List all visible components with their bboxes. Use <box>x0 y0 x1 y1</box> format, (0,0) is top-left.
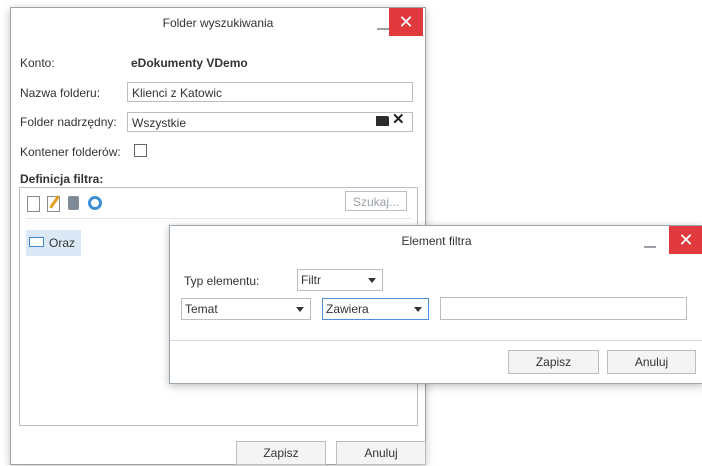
delete-icon[interactable] <box>68 196 79 210</box>
new-icon[interactable] <box>27 196 40 212</box>
operator-select-value: Zawiera <box>326 302 369 316</box>
konto-value: eDokumenty VDemo <box>131 56 248 70</box>
edit-icon[interactable] <box>47 195 60 212</box>
kontener-checkbox[interactable] <box>134 144 147 157</box>
nadrzedny-label: Folder nadrzędny: <box>20 115 117 129</box>
folder-open-icon[interactable] <box>376 116 389 126</box>
refresh-icon[interactable] <box>88 196 102 210</box>
value-input[interactable] <box>440 297 687 320</box>
nadrzedny-field[interactable]: Wszystkie <box>127 112 413 132</box>
nazwa-label: Nazwa folderu: <box>20 86 101 100</box>
tree-item-oraz[interactable]: Oraz <box>26 230 81 256</box>
filter-save-button[interactable]: Zapisz <box>508 350 599 374</box>
field-select[interactable]: Temat <box>181 298 311 320</box>
filter-dialog-title: Element filtra <box>401 234 472 248</box>
chevron-down-icon <box>296 307 304 312</box>
operator-select[interactable]: Zawiera <box>322 298 429 320</box>
clear-icon[interactable]: ✕ <box>392 110 405 128</box>
typ-select[interactable]: Filtr <box>297 269 383 291</box>
close-button[interactable]: ✕ <box>389 8 423 36</box>
save-button[interactable]: Zapisz <box>236 441 326 465</box>
toolbar-divider <box>26 218 411 219</box>
folder-dialog-title: Folder wyszukiwania <box>162 16 274 30</box>
filter-dialog: Element filtra ✕ Typ elementu: Filtr Tem… <box>169 225 702 384</box>
typ-select-value: Filtr <box>301 273 321 287</box>
filter-dialog-divider <box>170 340 702 341</box>
folder-icon <box>29 237 44 247</box>
typ-label: Typ elementu: <box>184 274 260 288</box>
konto-label: Konto: <box>20 56 55 70</box>
nazwa-field[interactable]: Klienci z Katowic <box>127 82 413 102</box>
kontener-label: Kontener folderów: <box>20 145 121 159</box>
chevron-down-icon <box>368 278 376 283</box>
definicja-label: Definicja filtra: <box>20 172 104 186</box>
tree-search-input[interactable]: Szukaj... <box>345 191 407 211</box>
close-button[interactable]: ✕ <box>669 226 702 254</box>
chevron-down-icon <box>414 307 422 312</box>
minimize-button[interactable] <box>644 232 656 250</box>
filter-cancel-button[interactable]: Anuluj <box>607 350 696 374</box>
field-select-value: Temat <box>185 302 218 316</box>
cancel-button[interactable]: Anuluj <box>336 441 426 465</box>
tree-item-label: Oraz <box>49 236 76 250</box>
minimize-button[interactable] <box>377 14 389 32</box>
